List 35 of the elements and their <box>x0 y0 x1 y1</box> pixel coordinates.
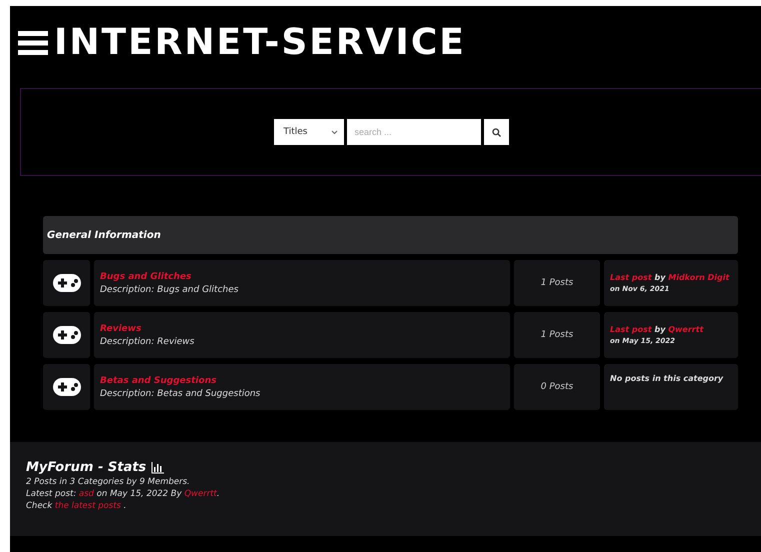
search-field[interactable]: search ... <box>346 119 480 145</box>
last-post-line: Last post by Qwerrtt <box>610 325 705 334</box>
stats-line: Check the latest posts . <box>26 501 128 511</box>
post-count: 0 Posts <box>540 382 574 392</box>
search-icon <box>492 128 500 136</box>
stats-link[interactable]: Qwerrtt <box>184 489 217 499</box>
stats-line: Latest post: asd on May 15, 2022 By Qwerrtt. <box>26 489 221 499</box>
bar-chart-icon <box>151 462 164 474</box>
forum-link[interactable]: Reviews <box>100 324 504 334</box>
filter-dropdown[interactable]: Titles <box>274 119 344 145</box>
site-logo: INTERNET-SERVICE <box>54 25 466 61</box>
forum-link[interactable]: Bugs and Glitches <box>100 272 504 282</box>
author-link[interactable]: Midkorn Digit <box>668 273 730 282</box>
forum-link[interactable]: Betas and Suggestions <box>100 376 504 386</box>
search-button[interactable] <box>484 119 508 145</box>
menu-icon[interactable] <box>18 30 48 56</box>
gamepad-icon <box>52 325 82 345</box>
forum-description: Description: Bugs and Glitches <box>100 284 240 294</box>
forum-description: Description: Betas and Suggestions <box>100 388 262 398</box>
post-count: 1 Posts <box>540 330 574 340</box>
stats-link[interactable]: asd <box>78 489 94 499</box>
gamepad-icon <box>52 273 82 293</box>
stats-title: MyForum - Stats <box>26 460 146 475</box>
post-count: 1 Posts <box>540 278 574 288</box>
forum-description: Description: Reviews <box>100 336 196 346</box>
last-post-line: Last post by Midkorn Digit <box>610 273 730 282</box>
stats-line: 2 Posts in 3 Categories by 9 Members. <box>26 477 191 487</box>
author-link[interactable]: Qwerrtt <box>668 325 704 334</box>
stats-link[interactable]: the latest posts <box>54 501 121 511</box>
category-header: General Information <box>43 216 738 254</box>
no-posts-text: No posts in this category <box>610 374 724 383</box>
gamepad-icon <box>52 377 82 397</box>
caret-icon <box>330 130 338 134</box>
last-post-link[interactable]: Last post <box>610 325 652 334</box>
last-post-link[interactable]: Last post <box>610 273 652 282</box>
